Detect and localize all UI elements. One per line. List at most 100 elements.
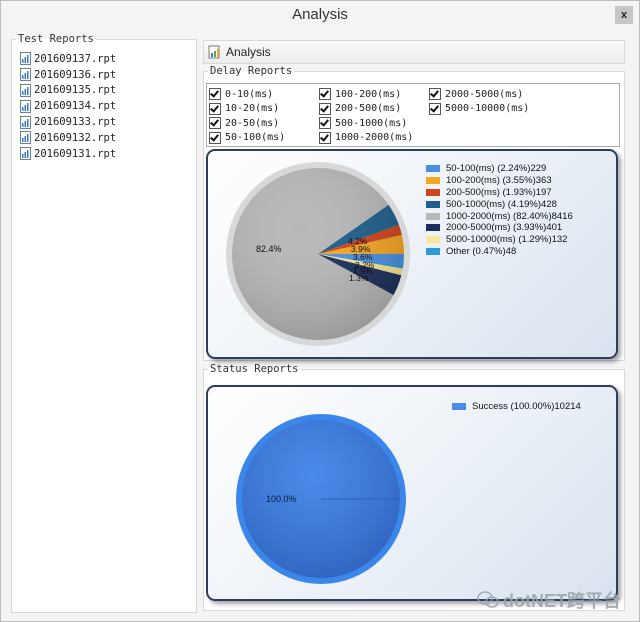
delay-checkbox[interactable]: 10-20(ms) (209, 102, 280, 115)
report-file-icon (20, 68, 31, 82)
legend-swatch (426, 177, 440, 185)
wechat-icon (477, 591, 499, 608)
file-name: 201609132.rpt (34, 131, 117, 144)
checkbox-label: 10-20(ms) (225, 103, 280, 114)
legend-entry: 100-200(ms) (3.55%)363 (426, 175, 573, 187)
delay-checkbox[interactable]: 2000-5000(ms) (429, 88, 523, 100)
status-reports-legend: Status Reports (210, 363, 299, 375)
file-name: 201609134.rpt (34, 100, 117, 113)
legend-swatch (426, 247, 440, 255)
file-item[interactable]: 201609132.rpt (20, 130, 116, 146)
legend-label: 200-500(ms) (1.93%)197 (446, 186, 552, 198)
report-file-icon (20, 115, 31, 129)
status-reports-panel: Status Reports 100.0% Success (100.00%)1… (203, 363, 625, 611)
legend-label: 100-200(ms) (3.55%)363 (446, 175, 552, 187)
file-list: 201609137.rpt 201609136.rpt 201609135.rpt 2… (20, 51, 116, 162)
file-name: 201609135.rpt (34, 84, 117, 97)
checkbox-box[interactable] (319, 131, 331, 144)
file-name: 201609136.rpt (34, 68, 117, 81)
legend-label: 2000-5000(ms) (3.93%)401 (446, 222, 563, 234)
legend-entry: Success (100.00%)10214 (452, 401, 581, 413)
checkbox-box[interactable] (209, 102, 221, 115)
checkbox-label: 200-500(ms) (335, 103, 402, 114)
legend-swatch (426, 212, 440, 220)
status-chart-panel: 100.0% Success (100.00%)10214 (206, 385, 618, 601)
checkbox-label: 500-1000(ms) (335, 117, 408, 129)
legend-entry: 2000-5000(ms) (3.93%)401 (426, 222, 573, 234)
file-item[interactable]: 201609135.rpt (20, 83, 116, 99)
report-file-icon (20, 147, 31, 161)
file-item[interactable]: 201609134.rpt (20, 98, 116, 114)
legend-swatch (426, 165, 440, 173)
watermark: dotNET跨平台 (477, 587, 621, 613)
checkbox-box[interactable] (209, 88, 221, 100)
tab-bar: Analysis (203, 40, 625, 64)
checkbox-box[interactable] (319, 88, 331, 100)
checkbox-box[interactable] (319, 102, 331, 115)
close-button[interactable]: x (615, 6, 633, 24)
file-name: 201609131.rpt (34, 147, 117, 160)
checkbox-box[interactable] (319, 117, 331, 129)
analysis-window: Analysis x Test Reports 201609137.rpt 201… (0, 0, 640, 622)
legend-entry: 50-100(ms) (2.24%)229 (426, 163, 573, 175)
pie-shading (232, 168, 404, 340)
checkbox-label: 2000-5000(ms) (445, 88, 524, 100)
checkbox-label: 50-100(ms) (225, 132, 286, 143)
delay-checkbox[interactable]: 200-500(ms) (319, 102, 402, 115)
checkbox-label: 100-200(ms) (335, 88, 402, 100)
legend-swatch (426, 200, 440, 208)
report-file-icon (20, 131, 31, 145)
watermark-text: dotNET跨平台 (503, 591, 621, 611)
delay-checkbox[interactable]: 1000-2000(ms) (319, 131, 414, 144)
slice-label: 100.0% (266, 494, 297, 504)
checkbox-label: 20-50(ms) (225, 117, 280, 129)
checkbox-label: 1000-2000(ms) (335, 132, 414, 143)
legend-entry: 5000-10000(ms) (1.29%)132 (426, 234, 573, 246)
legend-swatch (452, 403, 466, 411)
checkbox-box[interactable] (209, 131, 221, 144)
title-bar: Analysis x (1, 1, 639, 30)
file-item[interactable]: 201609131.rpt (20, 146, 116, 162)
file-name: 201609133.rpt (34, 116, 117, 129)
legend-swatch (426, 188, 440, 196)
legend-entry: 1000-2000(ms) (82.40%)8416 (426, 210, 573, 222)
delay-reports-panel: Delay Reports 0-10(ms) 10-20(ms) 20-50(ms)… (203, 65, 625, 361)
test-reports-legend: Test Reports (18, 33, 94, 45)
report-file-icon (20, 83, 31, 97)
legend-label: 500-1000(ms) (4.19%)428 (446, 198, 557, 210)
report-file-icon (20, 52, 31, 66)
slice-label: 1.3% (349, 273, 369, 283)
legend-entry: 200-500(ms) (1.93%)197 (426, 187, 573, 199)
legend-label: 50-100(ms) (2.24%)229 (446, 163, 547, 175)
legend-label: Success (100.00%)10214 (472, 401, 581, 413)
legend-entry: 500-1000(ms) (4.19%)428 (426, 198, 573, 210)
delay-chart-panel: 82.4% 4.2% 3.9% 3.6% 2.2% 1.9% 1.3% 50-100(ms)… (206, 149, 618, 359)
delay-checkbox[interactable]: 100-200(ms) (319, 88, 401, 100)
window-title: Analysis (292, 6, 348, 23)
checkbox-box[interactable] (429, 88, 441, 100)
delay-checkbox[interactable]: 500-1000(ms) (319, 117, 407, 129)
tab-analysis[interactable]: Analysis (208, 43, 271, 61)
checkbox-box[interactable] (429, 102, 441, 115)
delay-checkbox[interactable]: 5000-10000(ms) (429, 102, 530, 115)
file-item[interactable]: 201609137.rpt (20, 51, 116, 67)
file-item[interactable]: 201609136.rpt (20, 67, 116, 83)
delay-chart-legend: 50-100(ms) (2.24%)229 100-200(ms) (3.55%)… (426, 163, 573, 257)
delay-checkbox[interactable]: 20-50(ms) (209, 117, 279, 129)
delay-reports-legend: Delay Reports (210, 65, 293, 77)
file-item[interactable]: 201609133.rpt (20, 114, 116, 130)
delay-filter-box: 0-10(ms) 10-20(ms) 20-50(ms) 50-100(ms) 100-… (206, 83, 620, 147)
legend-label: Other (0.47%)48 (446, 245, 517, 257)
checkbox-label: 5000-10000(ms) (445, 103, 530, 114)
delay-checkbox[interactable]: 0-10(ms) (209, 88, 273, 100)
delay-checkbox[interactable]: 50-100(ms) (209, 131, 286, 144)
report-file-icon (20, 99, 31, 113)
legend-swatch (426, 236, 440, 244)
checkbox-box[interactable] (209, 117, 221, 129)
legend-swatch (426, 224, 440, 232)
legend-label: 1000-2000(ms) (82.40%)8416 (446, 210, 573, 222)
status-chart-legend: Success (100.00%)10214 (452, 401, 581, 413)
legend-entry: Other (0.47%)48 (426, 246, 573, 258)
checkbox-label: 0-10(ms) (225, 88, 274, 100)
analysis-icon (208, 45, 220, 59)
